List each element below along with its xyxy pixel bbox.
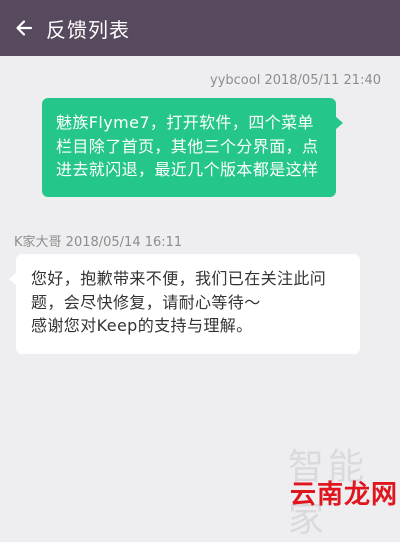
back-button[interactable] bbox=[4, 0, 44, 56]
page-title: 反馈列表 bbox=[46, 17, 130, 42]
message-text: 您好，抱歉带来不便，我们已在关注此问题，会尽快修复，请耐心等待～ 感谢您对Kee… bbox=[31, 269, 327, 335]
user-message-bubble: 魅族Flyme7，打开软件，四个菜单栏目除了首页，其他三个分界面，点进去就闪退，… bbox=[42, 98, 343, 197]
user-message-meta: yybcool 2018/05/11 21:40 bbox=[210, 73, 381, 88]
support-message-meta: K家大哥 2018/05/14 16:11 bbox=[14, 231, 182, 250]
support-message-bubble: 您好，抱歉带来不便，我们已在关注此问题，会尽快修复，请耐心等待～ 感谢您对Kee… bbox=[9, 254, 360, 354]
sender-name: K家大哥 bbox=[14, 235, 62, 250]
back-arrow-icon bbox=[16, 20, 33, 36]
message-timestamp: 2018/05/14 16:11 bbox=[65, 235, 183, 250]
watermark-logo: 云南龙网 bbox=[290, 480, 399, 510]
app-header: 反馈列表 bbox=[0, 0, 400, 56]
message-timestamp: 2018/05/11 21:40 bbox=[264, 73, 381, 88]
message-text: 魅族Flyme7，打开软件，四个菜单栏目除了首页，其他三个分界面，点进去就闪退，… bbox=[56, 113, 319, 179]
sender-name: yybcool bbox=[210, 73, 261, 88]
